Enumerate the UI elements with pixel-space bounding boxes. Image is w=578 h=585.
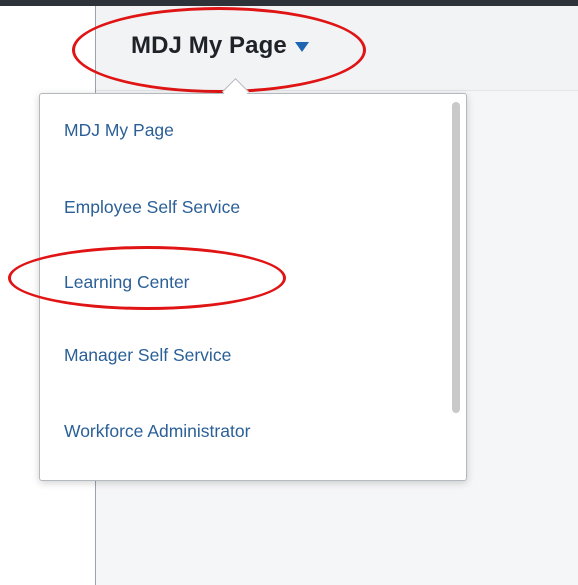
screenshot-canvas: MDJ My Page MDJ My Page Employee Self Se…: [0, 0, 578, 585]
chevron-down-icon[interactable]: [294, 42, 309, 52]
menu-item-employee-self-service[interactable]: Employee Self Service: [64, 197, 240, 218]
menu-item-learning-center[interactable]: Learning Center: [64, 272, 190, 293]
homepage-dropdown-menu: MDJ My Page Employee Self Service Learni…: [39, 93, 467, 481]
homepage-selector[interactable]: MDJ My Page: [131, 28, 309, 64]
menu-item-workforce-administrator[interactable]: Workforce Administrator: [64, 421, 250, 442]
menu-item-mdj-my-page[interactable]: MDJ My Page: [64, 120, 174, 141]
menu-scrollbar[interactable]: [452, 102, 460, 413]
homepage-title: MDJ My Page: [131, 32, 287, 59]
menu-item-manager-self-service[interactable]: Manager Self Service: [64, 345, 231, 366]
